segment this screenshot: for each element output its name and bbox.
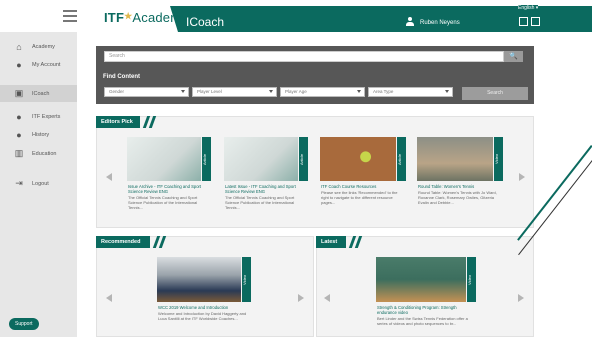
search-icon[interactable]: 🔍 xyxy=(504,51,523,62)
card-image[interactable] xyxy=(224,137,298,181)
card-image[interactable] xyxy=(417,137,493,181)
support-button[interactable]: Support xyxy=(9,318,39,330)
card-desc: The Official Tennis Coaching and Sport S… xyxy=(128,195,198,210)
card-desc: Bert Linder and the Swiss Tennis Federat… xyxy=(377,316,468,326)
player-age-select[interactable]: Player Age xyxy=(280,87,365,97)
language-select[interactable]: English ▾ xyxy=(518,5,539,11)
card-tag: Video xyxy=(494,137,503,181)
logout-icon: ⇥ xyxy=(15,178,23,188)
sidebar-item-logout[interactable]: ⇥ Logout xyxy=(0,175,77,192)
card-title[interactable]: Issue Archive - ITF Coaching and Sport S… xyxy=(128,184,212,194)
recommended-title: Recommended xyxy=(96,236,167,248)
card-tag: Article xyxy=(202,137,211,181)
card-desc: The Official Tennis Coaching and Sport S… xyxy=(225,195,295,210)
top-bar: ITF★Academy ICoach Ruben Neyens English … xyxy=(0,0,592,32)
carousel-prev-icon[interactable] xyxy=(106,294,112,302)
user-icon xyxy=(406,17,414,26)
itf-academy-logo[interactable]: ITF★Academy xyxy=(104,10,188,25)
book-icon: ▥ xyxy=(14,148,24,158)
card-image[interactable] xyxy=(127,137,201,181)
card-tag: Video xyxy=(467,257,476,302)
sidebar-item-icoach[interactable]: ▣ ICoach xyxy=(0,85,77,102)
latest-title: Latest xyxy=(316,236,363,248)
card-tag: Article xyxy=(299,137,308,181)
card-tag: Article xyxy=(397,137,406,181)
card-desc: Round Table: Women's Tennis with Jo Ward… xyxy=(418,190,497,205)
mail-icon[interactable] xyxy=(531,17,540,26)
card-title[interactable]: ITF Coach Course Resources xyxy=(321,184,405,189)
search-button[interactable]: Search xyxy=(462,87,528,100)
hamburger-menu-icon[interactable] xyxy=(63,10,77,22)
app-title: ICoach xyxy=(186,15,225,29)
player-level-select[interactable]: Player Level xyxy=(192,87,277,97)
carousel-prev-icon[interactable] xyxy=(324,294,330,302)
home-icon: ⌂ xyxy=(16,41,22,52)
carousel-next-icon[interactable] xyxy=(298,294,304,302)
sidebar: ⌂ Academy ● My Account ▣ ICoach ● ITF Ex… xyxy=(0,32,77,337)
grid-icon[interactable] xyxy=(519,17,528,26)
video-icon: ▣ xyxy=(14,88,24,98)
card-tag: Video xyxy=(242,257,251,302)
card-title[interactable]: Round Table: Women's Tennis xyxy=(418,184,502,189)
area-type-select[interactable]: Area Type xyxy=(368,87,453,97)
card-image[interactable] xyxy=(157,257,241,302)
carousel-next-icon[interactable] xyxy=(519,173,525,181)
card-title[interactable]: Latest Issue - ITF Coaching and Sport Sc… xyxy=(225,184,309,194)
bullet-icon: ● xyxy=(16,129,22,140)
sidebar-item-itf-experts[interactable]: ● ITF Experts xyxy=(0,108,77,125)
card-title[interactable]: Strength & Conditioning Program: Strengt… xyxy=(377,305,473,315)
card-desc: Welcome and Introduction by David Hagger… xyxy=(158,311,247,321)
sidebar-item-my-account[interactable]: ● My Account xyxy=(0,56,77,73)
editors-pick-title: Editors Pick xyxy=(96,116,157,128)
search-input[interactable]: Search xyxy=(104,51,504,62)
carousel-next-icon[interactable] xyxy=(518,294,524,302)
sidebar-item-history[interactable]: ● History xyxy=(0,126,77,143)
person-icon: ● xyxy=(16,59,22,70)
card-image[interactable] xyxy=(320,137,396,181)
sidebar-item-academy[interactable]: ⌂ Academy xyxy=(0,38,77,55)
card-desc: Please see the links 'Recommended' to th… xyxy=(321,190,398,205)
card-image[interactable] xyxy=(376,257,466,302)
find-content-label: Find Content xyxy=(103,74,140,80)
user-name[interactable]: Ruben Neyens xyxy=(420,20,460,26)
carousel-prev-icon[interactable] xyxy=(106,173,112,181)
card-title[interactable]: WCC 2019 Welcome and Introduction xyxy=(158,305,250,310)
bullet-icon: ● xyxy=(16,111,22,122)
gender-select[interactable]: Gender xyxy=(104,87,189,97)
sidebar-item-education[interactable]: ▥ Education xyxy=(0,145,77,162)
